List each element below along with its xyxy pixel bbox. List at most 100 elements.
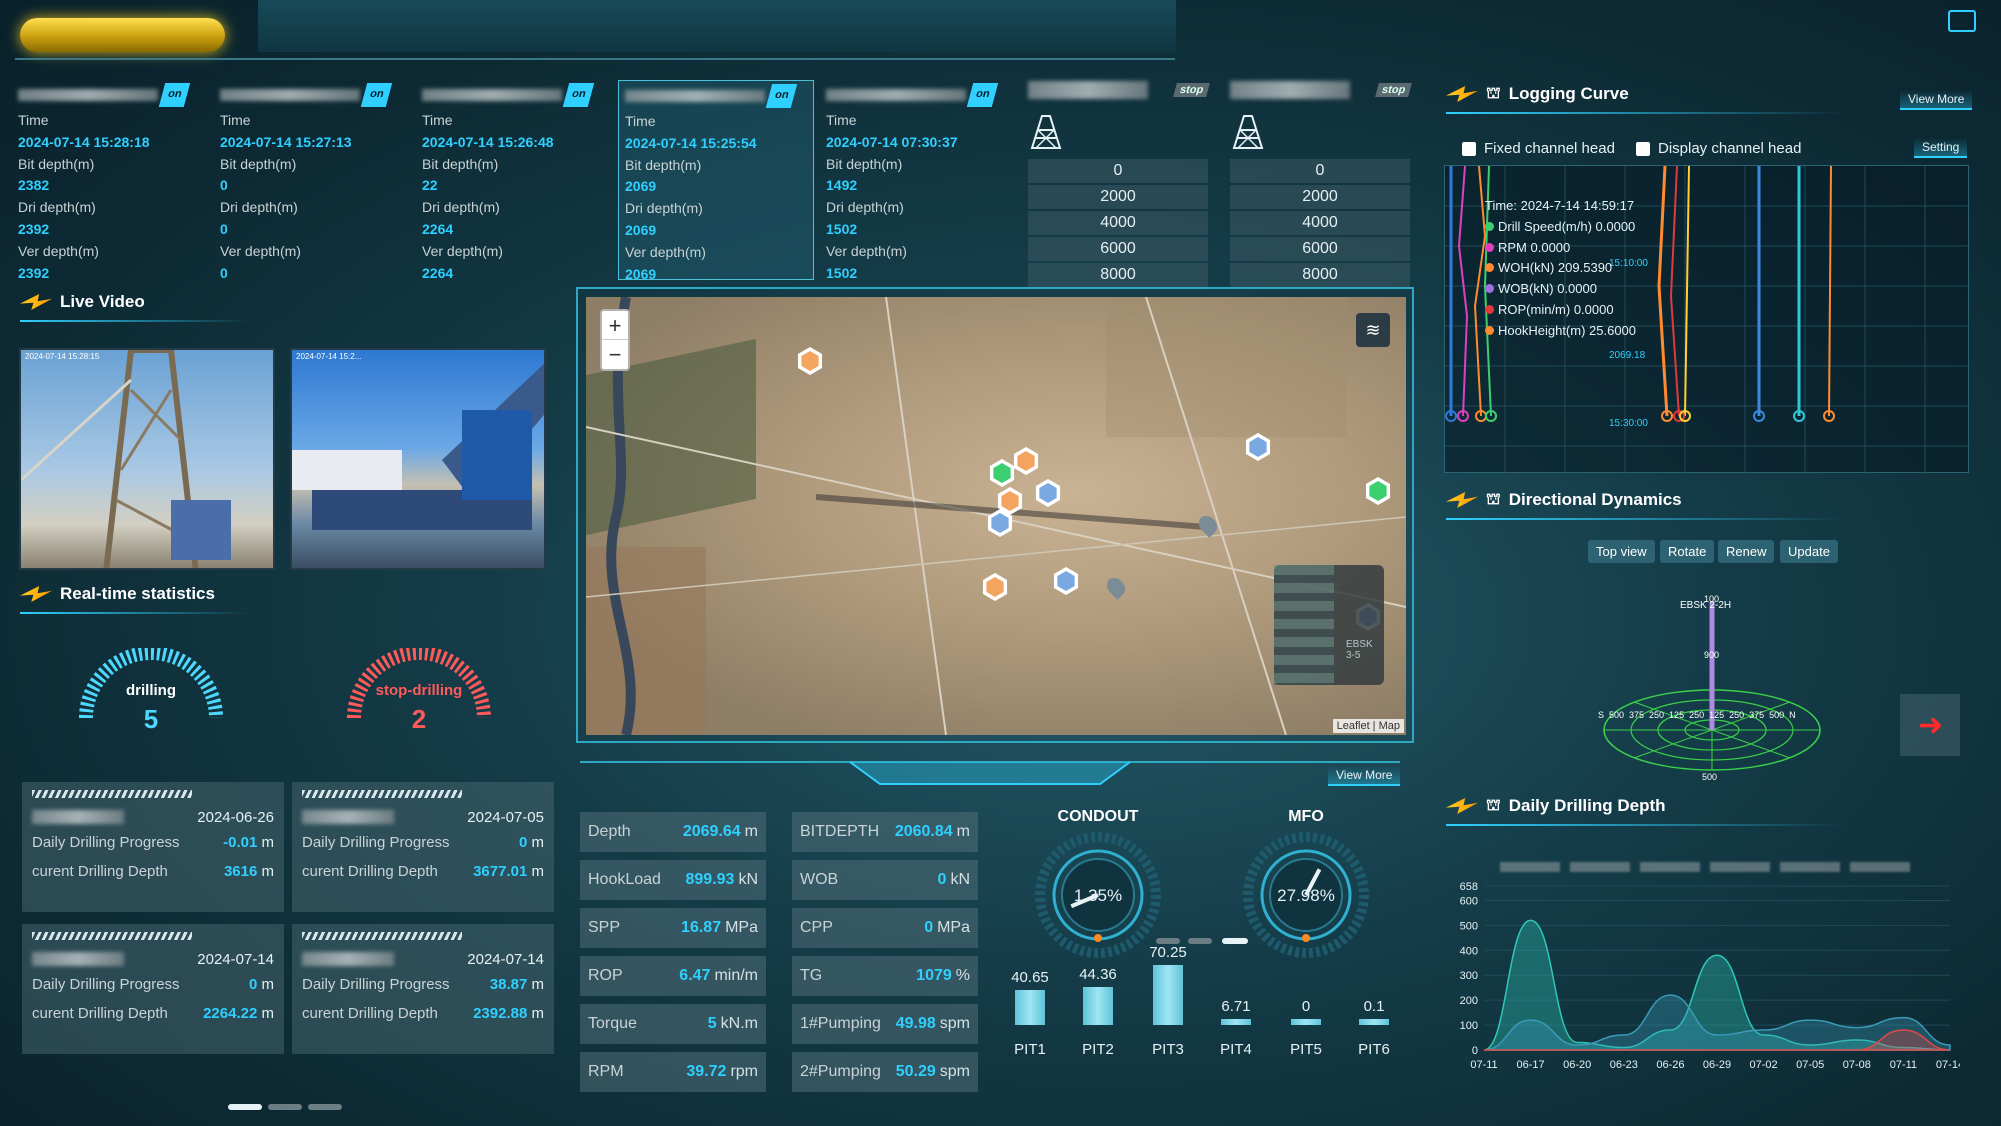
top-view-button[interactable]: Top view xyxy=(1588,540,1655,563)
video-feed-2[interactable]: 2024-07-14 15:2... xyxy=(290,348,546,570)
rig-stat-card[interactable]: 2024-06-26 Daily Drilling Progress -0.01… xyxy=(22,782,284,912)
rig-stat-card[interactable]: 2024-07-05 Daily Drilling Progress 0 m c… xyxy=(292,782,554,912)
well-card[interactable]: on Time 2024-07-14 15:25:54 Bit depth(m)… xyxy=(618,80,814,282)
param-value: 2069.64 xyxy=(682,823,741,840)
directional-3d-view[interactable]: EBSK 2-2H 100 900 S 500 375 250 125 250 … xyxy=(1574,590,1846,785)
map-overview[interactable]: EBSK 3-5 xyxy=(1274,565,1384,685)
param-value: 899.93 xyxy=(685,871,735,888)
pagination-dot[interactable] xyxy=(308,1104,342,1110)
directional-plot xyxy=(1603,602,1821,771)
x-tick-label: 06-26 xyxy=(1656,1059,1684,1071)
depth-scale-cell: 0 xyxy=(1230,159,1410,183)
fixed-channel-head-option[interactable]: Fixed channel head xyxy=(1462,140,1615,157)
pit-value: 0.1 xyxy=(1363,998,1385,1015)
well-card-header: on xyxy=(625,84,807,108)
update-button[interactable]: Update xyxy=(1780,540,1838,563)
section-underline xyxy=(1446,112,1846,114)
well-card[interactable]: on Time 2024-07-14 15:28:18 Bit depth(m)… xyxy=(12,80,208,281)
progress-label: Daily Drilling Progress xyxy=(302,834,450,851)
map-attribution[interactable]: Leaflet | Map xyxy=(1332,719,1404,733)
param-unit: min/m xyxy=(714,967,758,984)
rig-stat-card[interactable]: 2024-07-14 Daily Drilling Progress 0 m c… xyxy=(22,924,284,1054)
layers-icon[interactable]: ≋ xyxy=(1356,313,1390,347)
display-channel-head-checkbox[interactable] xyxy=(1636,142,1650,157)
pit-indicator: 0 PIT5 xyxy=(1276,998,1336,1058)
renew-button[interactable]: Renew xyxy=(1718,540,1775,563)
depth-label: curent Drilling Depth xyxy=(32,1005,168,1022)
param-value: 16.87 xyxy=(681,919,722,936)
param-value: 49.98 xyxy=(895,1015,936,1032)
rig-name-blurred xyxy=(1230,81,1350,99)
params-view-more-button[interactable]: View More xyxy=(1328,766,1401,786)
zoom-in-button[interactable]: + xyxy=(602,311,628,340)
fixed-channel-head-checkbox[interactable] xyxy=(1462,142,1476,157)
well-card[interactable]: on Time 2024-07-14 15:27:13 Bit depth(m)… xyxy=(214,80,410,281)
display-channel-head-option[interactable]: Display channel head xyxy=(1636,140,1801,157)
pit-level-bar xyxy=(1153,965,1183,1025)
pagination-dot[interactable] xyxy=(268,1104,302,1110)
param-cell: BITDEPTH 2060.84 m xyxy=(792,812,978,852)
axis-top-label: 100 xyxy=(1704,594,1720,604)
time-label: Time xyxy=(826,112,857,128)
depth-unit: m xyxy=(261,863,275,880)
well-card[interactable]: on Time 2024-07-14 15:26:48 Bit depth(m)… xyxy=(416,80,612,281)
stopped-rig-card[interactable]: stop 0 2000 4000 6000 8000 xyxy=(1230,76,1412,289)
logging-curve-chart[interactable]: 15:10:00 2069.18 15:30:00 Time: 2024-7-1… xyxy=(1444,165,1970,474)
tooltip-text: WOB(kN) 0.0000 xyxy=(1498,281,1597,297)
param-cell: 1#Pumping 49.98 spm xyxy=(792,1004,978,1044)
logging-curve-title: Logging Curve xyxy=(1508,84,1629,103)
x-tick-label: 07-11 xyxy=(1890,1059,1917,1071)
dri-depth-value: 2264 xyxy=(422,220,454,237)
tooltip-row: RPM 0.0000 xyxy=(1485,238,1636,259)
pagination-dot-active[interactable] xyxy=(228,1104,262,1110)
dial-page-dot[interactable] xyxy=(1156,938,1180,944)
well-card[interactable]: on Time 2024-07-14 07:30:37 Bit depth(m)… xyxy=(820,80,1016,281)
dial-page-dot-active[interactable] xyxy=(1222,938,1248,944)
pit-name: PIT3 xyxy=(1152,1040,1184,1058)
dial-title: CONDOUT xyxy=(1057,808,1139,825)
bit-depth-value: 2382 xyxy=(18,177,50,194)
ver-depth-label: Ver depth(m) xyxy=(422,242,503,259)
ver-depth-value: 0 xyxy=(220,264,228,281)
status-badge: on xyxy=(765,84,798,108)
rig-yard-image xyxy=(292,363,544,530)
time-label: Time xyxy=(220,112,251,128)
rig-stat-card[interactable]: 2024-07-14 Daily Drilling Progress 38.87… xyxy=(292,924,554,1054)
pit-level-bar xyxy=(1083,987,1113,1025)
derrick-icon xyxy=(1232,115,1264,149)
video-feed-1[interactable]: 2024-07-14 15:28:15 xyxy=(19,348,275,570)
dial-page-dot[interactable] xyxy=(1188,938,1212,944)
depth-label: curent Drilling Depth xyxy=(302,863,438,880)
logging-setting-button[interactable]: Setting xyxy=(1914,138,1968,158)
axis-bottom-label: 500 xyxy=(1702,772,1718,782)
rig-name-blurred xyxy=(32,952,124,966)
fixed-channel-head-label: Fixed channel head xyxy=(1484,140,1615,157)
next-panel-button[interactable]: ➜ xyxy=(1900,694,1960,756)
progress-value: 38.87 xyxy=(489,976,528,993)
progress-unit: m xyxy=(261,976,275,993)
y-tick-label: 100 xyxy=(1460,1020,1478,1032)
pit-name: PIT2 xyxy=(1082,1040,1114,1058)
zoom-out-button[interactable]: − xyxy=(602,340,628,369)
stopped-rig-card[interactable]: stop 0 2000 4000 6000 8000 xyxy=(1028,76,1210,289)
param-name: SPP xyxy=(588,919,621,936)
tooltip-row: HookHeight(m) 25.6000 xyxy=(1485,321,1636,342)
derrick-image xyxy=(21,350,231,568)
ver-depth-value: 1502 xyxy=(826,264,858,281)
monitor-icon[interactable] xyxy=(1948,10,1976,32)
satellite-map[interactable]: + − ≋ EBSK 3-5 Leaflet | Map xyxy=(586,297,1406,735)
time-value: 2024-07-14 15:25:54 xyxy=(625,134,757,151)
zoom-control[interactable]: + − xyxy=(600,309,630,371)
stop-drilling-gauge: stop-drilling 2 xyxy=(344,648,494,748)
param-cell: ROP 6.47 min/m xyxy=(580,956,766,996)
rotate-button[interactable]: Rotate xyxy=(1660,540,1715,563)
depth-value: 3616 xyxy=(223,863,258,880)
logging-view-more-button[interactable]: View More xyxy=(1900,90,1973,110)
well-name-blurred xyxy=(18,89,158,101)
y-tick-label: 500 xyxy=(1460,920,1478,932)
progress-unit: m xyxy=(261,834,275,851)
y-tick-label: 200 xyxy=(1460,995,1478,1007)
bit-depth-label: Bit depth(m) xyxy=(18,155,95,172)
header-divider xyxy=(15,58,1175,60)
status-badge: on xyxy=(562,83,595,107)
